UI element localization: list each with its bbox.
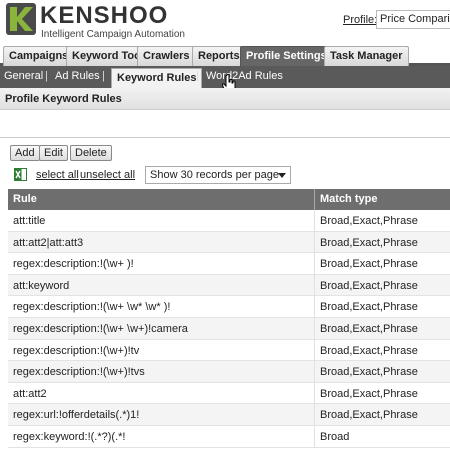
column-divider xyxy=(314,361,315,382)
divider xyxy=(0,137,450,138)
table-header: Rule Match type xyxy=(8,189,450,210)
match-type-cell: Broad,Exact,Phrase xyxy=(320,409,418,422)
kenshoo-logo-icon xyxy=(6,3,36,35)
subtab-separator: | xyxy=(45,70,48,82)
match-type-cell: Broad,Exact,Phrase xyxy=(320,323,418,335)
column-header-rule[interactable]: Rule xyxy=(13,193,37,205)
column-divider xyxy=(314,296,315,317)
column-divider xyxy=(314,274,315,296)
table-row[interactable]: regex:description:!(\w+)!tv Broad,Exact,P… xyxy=(8,339,450,362)
subtab-keyword-rules[interactable]: Keyword Rules xyxy=(111,68,203,88)
column-divider xyxy=(314,426,315,447)
rule-cell: regex:description:!(\w+ \w+)!camera xyxy=(13,323,188,335)
subtab-separator: | xyxy=(102,70,105,82)
unselect-all-link[interactable]: unselect all xyxy=(80,169,135,181)
table-row[interactable]: att:att2 Broad,Exact,Phrase xyxy=(8,382,450,405)
table-row[interactable]: att:title Broad,Exact,Phrase xyxy=(8,210,450,232)
rule-cell: regex:description:!(\w+)!tvs xyxy=(13,366,145,379)
table-row[interactable]: regex:description:!(\w+ \w* \w* )! Broad,… xyxy=(8,296,450,318)
match-type-cell: Broad,Exact,Phrase xyxy=(320,387,418,400)
match-type-cell: Broad xyxy=(320,431,350,443)
brand-name: KENSHOO xyxy=(40,2,169,29)
rule-cell: regex:url:!offerdetails(.*)1! xyxy=(13,409,140,422)
profile-select[interactable]: Price Comparise xyxy=(376,10,450,29)
rule-cell: att:title xyxy=(13,215,46,227)
tab-task-manager[interactable]: Task Manager xyxy=(324,46,409,66)
column-divider xyxy=(314,253,315,274)
rule-cell: regex:keyword:!(.*?)(.*! xyxy=(13,431,126,443)
chevron-down-icon xyxy=(278,173,286,178)
rule-cell: att:att2 xyxy=(13,387,47,400)
edit-button[interactable]: Edit xyxy=(39,145,68,161)
add-button[interactable]: Add xyxy=(10,145,40,161)
match-type-cell: Broad,Exact,Phrase xyxy=(320,258,418,271)
match-type-cell: Broad,Exact,Phrase xyxy=(320,301,418,314)
records-per-page-value: Show 30 records per page xyxy=(150,169,280,181)
rule-cell: att:att2|att:att3 xyxy=(13,236,84,249)
tab-profile-settings[interactable]: Profile Settings xyxy=(240,46,333,66)
subtab-word2ad-rules[interactable]: Word2Ad Rules xyxy=(206,70,283,82)
page-title: Profile Keyword Rules xyxy=(0,88,450,110)
subtab-separator: | xyxy=(196,70,199,82)
profile-label[interactable]: Profile: xyxy=(343,14,377,26)
table-row[interactable]: regex:url:!offerdetails(.*)1! Broad,Exact… xyxy=(8,404,450,426)
records-per-page-select[interactable]: Show 30 records per page xyxy=(145,166,291,184)
brand-tagline: Intelligent Campaign Automation xyxy=(41,29,185,40)
column-divider xyxy=(314,382,315,404)
table-row[interactable]: att:att2|att:att3 Broad,Exact,Phrase xyxy=(8,231,450,254)
rule-cell: regex:description:!(\w+)!tv xyxy=(13,344,140,357)
match-type-cell: Broad,Exact,Phrase xyxy=(320,236,418,249)
table-row[interactable]: regex:description:!(\w+ \w+)!camera Broad… xyxy=(8,318,450,340)
tab-reports[interactable]: Reports xyxy=(192,46,246,66)
column-divider xyxy=(314,210,315,231)
match-type-cell: Broad,Exact,Phrase xyxy=(320,366,418,379)
rule-cell: att:keyword xyxy=(13,279,70,292)
select-all-link[interactable]: select all xyxy=(36,169,79,181)
rule-cell: regex:description:!(\w+ \w* \w* )! xyxy=(13,301,171,314)
table-row[interactable]: att:keyword Broad,Exact,Phrase xyxy=(8,274,450,297)
column-divider xyxy=(314,404,315,425)
column-divider xyxy=(314,318,315,339)
table-row[interactable]: regex:description:!(\w+ )! Broad,Exact,Ph… xyxy=(8,253,450,275)
rule-cell: regex:description:!(\w+ )! xyxy=(13,258,134,271)
app-header: KENSHOO Intelligent Campaign Automation … xyxy=(0,0,450,44)
subtab-general[interactable]: General xyxy=(4,70,43,82)
match-type-cell: Broad,Exact,Phrase xyxy=(320,279,418,292)
column-divider xyxy=(314,231,315,253)
column-divider xyxy=(314,189,315,210)
column-divider xyxy=(314,339,315,361)
tab-campaigns[interactable]: Campaigns xyxy=(3,46,75,66)
subtab-ad-rules[interactable]: Ad Rules xyxy=(55,70,100,82)
main-tabs: Campaigns Keyword Tool Crawlers Reports … xyxy=(0,44,450,66)
table-row[interactable]: regex:description:!(\w+)!tvs Broad,Exact,… xyxy=(8,361,450,383)
column-header-match-type[interactable]: Match type xyxy=(320,193,377,205)
delete-button[interactable]: Delete xyxy=(70,145,112,161)
excel-export-icon[interactable] xyxy=(14,168,27,181)
match-type-cell: Broad,Exact,Phrase xyxy=(320,344,418,357)
tab-crawlers[interactable]: Crawlers xyxy=(137,46,196,66)
match-type-cell: Broad,Exact,Phrase xyxy=(320,215,418,227)
table-row[interactable]: regex:keyword:!(.*?)(.*! Broad xyxy=(8,426,450,448)
